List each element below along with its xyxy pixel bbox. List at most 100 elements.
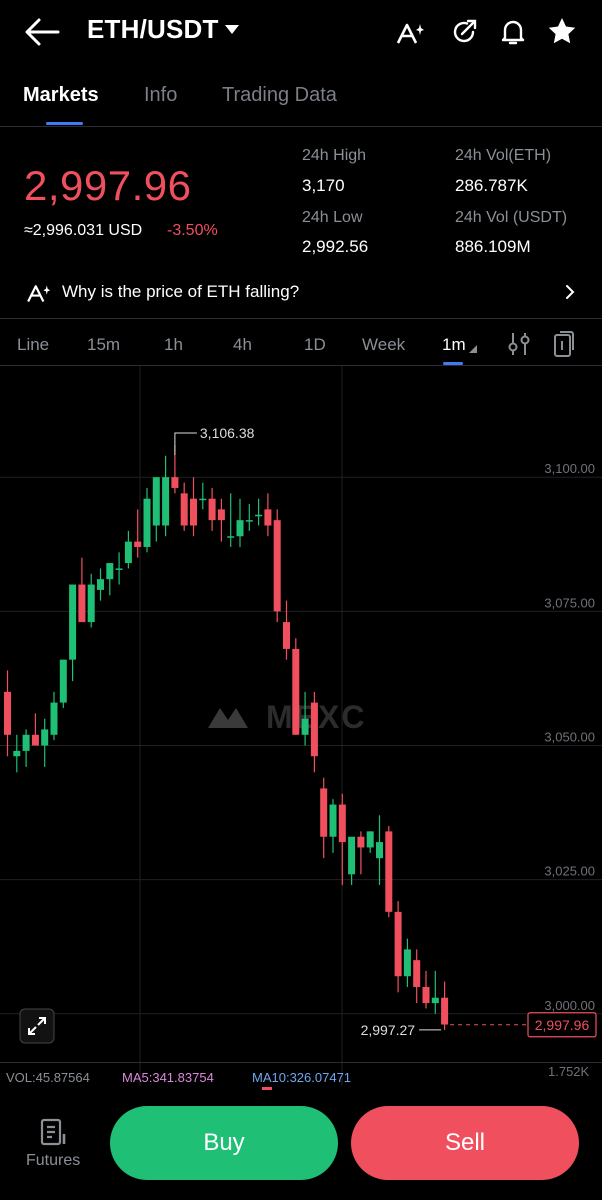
candle-body [320, 788, 328, 837]
high-label: 24h High [302, 147, 367, 164]
usd-equivalent: ≈2,996.031 USD [24, 222, 143, 239]
candle-body [50, 702, 58, 735]
candle-body [413, 960, 421, 987]
candle-body [106, 563, 114, 580]
y-tick-label: 3,025.00 [544, 864, 595, 879]
tab-info[interactable]: Info [144, 84, 177, 107]
candle-body [69, 584, 77, 660]
y-tick-label: 3,075.00 [544, 595, 595, 610]
candles [4, 445, 449, 1030]
interval-1h[interactable]: 1h [164, 335, 183, 355]
tab-active-indicator [46, 122, 83, 125]
y-tick-label: 3,050.00 [544, 730, 595, 745]
min-price-label: 2,997.27 [361, 1022, 416, 1038]
vol-usdt-label: 24h Vol (USDT) [455, 209, 568, 226]
volume-divider [0, 1062, 602, 1063]
star-icon[interactable] [548, 17, 576, 45]
candle-body [143, 498, 151, 547]
candle-body [310, 702, 318, 757]
vol-usdt-value: 886.109M [455, 237, 531, 256]
candle-body [376, 842, 383, 859]
interval-15m[interactable]: 15m [87, 335, 120, 355]
interval-1m[interactable]: 1m [442, 335, 466, 355]
insight-divider [0, 318, 602, 319]
interval-week[interactable]: Week [362, 335, 405, 355]
buy-button[interactable]: Buy [110, 1106, 338, 1180]
candle-body [329, 804, 337, 837]
interval-4h[interactable]: 4h [233, 335, 252, 355]
ma10-indicator: MA10:326.07471 [252, 1070, 352, 1085]
futures-label[interactable]: Futures [26, 1152, 80, 1170]
ai-icon [26, 282, 54, 304]
candle-body [385, 831, 393, 912]
candle-body [190, 498, 197, 526]
interval-line[interactable]: Line [17, 335, 49, 355]
candle-body [87, 584, 95, 623]
candle-body [22, 734, 30, 751]
candle-body [59, 659, 67, 703]
max-price-label: 3,106.38 [200, 425, 255, 441]
candle-body [180, 493, 188, 526]
bell-icon[interactable] [499, 17, 527, 47]
tab-trading-data[interactable]: Trading Data [222, 84, 337, 107]
price-insight-link[interactable]: Why is the price of ETH falling? [62, 282, 299, 302]
tab-markets[interactable]: Markets [23, 84, 99, 107]
vol-eth-value: 286.787K [455, 176, 528, 195]
max-price-leader [174, 432, 197, 456]
candle-body [152, 477, 160, 526]
chevron-right-icon[interactable] [564, 284, 576, 300]
candle-body [357, 836, 365, 848]
candle-body [217, 509, 225, 521]
vol-indicator: VOL:45.87564 [6, 1070, 90, 1085]
ma5-indicator: MA5:341.83754 [122, 1070, 214, 1085]
y-tick-label: 3,000.00 [544, 998, 595, 1013]
candle-body [431, 997, 439, 1004]
caret-down-icon[interactable] [224, 24, 240, 36]
candle-body [301, 718, 309, 735]
back-arrow-icon[interactable] [24, 16, 60, 48]
candle-body [115, 568, 123, 570]
vol-axis-label: 1.752K [548, 1064, 590, 1079]
sell-button[interactable]: Sell [351, 1106, 579, 1180]
candle-body [338, 804, 346, 843]
candle-body [97, 579, 104, 590]
candle-body [403, 949, 411, 977]
ai-icon[interactable] [396, 20, 428, 46]
pair-title[interactable]: ETH/USDT [87, 14, 219, 45]
low-label: 24h Low [302, 209, 363, 226]
candle-body [264, 509, 272, 526]
candle-body [41, 729, 49, 746]
candle-body [227, 536, 235, 538]
watermark: MEXC [208, 699, 364, 735]
interval-1d[interactable]: 1D [304, 335, 326, 355]
candle-body [124, 541, 132, 564]
candle-body [292, 648, 300, 735]
low-value: 2,992.56 [302, 237, 369, 256]
candlestick-chart[interactable]: MEXC 3,100.00 3,075.00 3,050.00 3,025.00 3,0… [0, 366, 602, 1086]
candle-body [348, 836, 356, 875]
last-price-tag-label: 2,997.96 [535, 1017, 590, 1033]
last-price: 2,997.96 [24, 162, 192, 209]
candle-body [4, 691, 11, 735]
candle-body [134, 541, 142, 547]
candle-body [171, 477, 179, 488]
futures-icon[interactable] [40, 1118, 70, 1146]
dropdown-triangle-icon [469, 345, 477, 353]
candle-body [199, 498, 207, 501]
candle-body [273, 520, 281, 612]
candle-body [208, 498, 216, 521]
high-value: 3,170 [302, 176, 345, 195]
candle-body [441, 997, 449, 1025]
candle-body [255, 514, 263, 517]
candle-body [236, 520, 244, 537]
expand-icon[interactable] [19, 1008, 55, 1044]
y-tick-label: 3,100.00 [544, 461, 595, 476]
candle-body [422, 986, 430, 1004]
indicator-settings-icon[interactable] [508, 331, 530, 357]
candle-body [366, 831, 374, 848]
candle-body [283, 622, 290, 649]
candle-body [31, 734, 39, 746]
share-icon[interactable] [450, 18, 478, 46]
chart-tools-icon[interactable] [553, 330, 575, 358]
candle-body [394, 911, 402, 977]
